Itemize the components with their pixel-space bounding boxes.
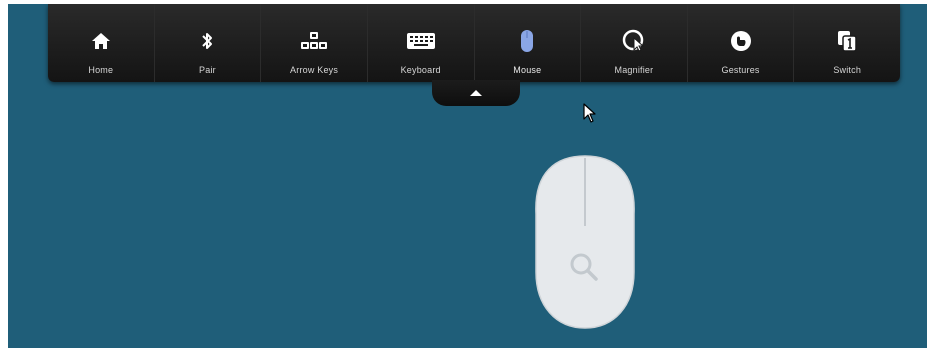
bluetooth-icon xyxy=(200,26,214,56)
magnifier-icon xyxy=(621,26,647,56)
toolbar-item-label: Switch xyxy=(833,65,862,75)
toolbar-item-home[interactable]: Home xyxy=(48,4,155,82)
toolbar-item-label: Keyboard xyxy=(400,65,441,75)
toolbar-item-keyboard[interactable]: Keyboard xyxy=(368,4,475,82)
desktop-area: Home Pair Arrow Keys Keyboard Mouse Magn… xyxy=(8,4,927,348)
chevron-up-icon xyxy=(470,90,482,96)
home-icon xyxy=(91,26,111,56)
arrow-keys-icon xyxy=(300,26,328,56)
gestures-icon xyxy=(729,26,753,56)
arrow-cursor-icon xyxy=(583,103,597,130)
toolbar-collapse-button[interactable] xyxy=(432,80,520,106)
toolbar-item-gestures[interactable]: Gestures xyxy=(688,4,795,82)
toolbar-item-mouse[interactable]: Mouse xyxy=(475,4,582,82)
toolbar-item-label: Arrow Keys xyxy=(290,65,339,75)
toolbar-item-label: Pair xyxy=(199,65,216,75)
toolbar-item-arrow-keys[interactable]: Arrow Keys xyxy=(261,4,368,82)
switch-icon xyxy=(836,26,858,56)
toolbar-item-pair[interactable]: Pair xyxy=(155,4,262,82)
mouse-icon xyxy=(520,26,534,56)
toolbar-item-label: Mouse xyxy=(513,65,542,75)
keyboard-icon xyxy=(406,26,436,56)
virtual-mouse-device[interactable] xyxy=(526,154,644,330)
remote-toolbar: Home Pair Arrow Keys Keyboard Mouse Magn… xyxy=(48,4,900,82)
toolbar-item-label: Gestures xyxy=(721,65,760,75)
toolbar-item-label: Magnifier xyxy=(614,65,654,75)
toolbar-item-label: Home xyxy=(88,65,114,75)
toolbar-item-switch[interactable]: Switch xyxy=(794,4,900,82)
toolbar-item-magnifier[interactable]: Magnifier xyxy=(581,4,688,82)
